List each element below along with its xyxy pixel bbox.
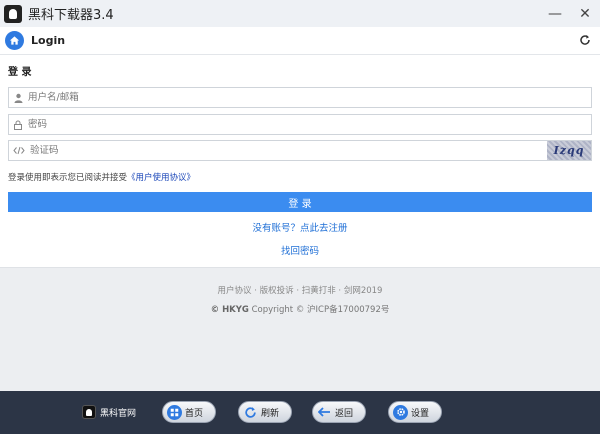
bottom-toolbar: 黑科官网 首页 刷新 返回 设置 — [0, 391, 600, 434]
refresh-icon — [243, 405, 258, 420]
refresh-icon[interactable] — [578, 33, 592, 47]
captcha-image[interactable]: Izqq — [547, 141, 591, 160]
copyright: © HKYG Copyright © 沪ICP备17000792号 — [0, 303, 600, 315]
home-button[interactable]: 首页 — [162, 401, 216, 423]
captcha-field[interactable]: Izqq — [8, 140, 592, 161]
brand-logo-icon — [82, 405, 96, 419]
settings-button-label: 设置 — [411, 408, 430, 419]
forgot-password-link[interactable]: 找回密码 — [0, 243, 600, 257]
login-panel: 登 录 Izqq 登录使用即表示您已阅读并接受《用户使用协议》 登 录 没有账号… — [0, 55, 600, 267]
refresh-button[interactable]: 刷新 — [238, 401, 292, 423]
username-input[interactable] — [26, 88, 591, 107]
code-icon — [10, 141, 28, 160]
login-button[interactable]: 登 录 — [8, 192, 592, 212]
home-icon[interactable] — [5, 31, 24, 50]
user-agreement-link[interactable]: 《用户使用协议》 — [127, 173, 195, 183]
back-button[interactable]: 返回 — [312, 401, 366, 423]
home-button-label: 首页 — [185, 408, 204, 419]
home-icon — [167, 404, 182, 420]
window-controls: — ✕ — [540, 0, 600, 27]
app-logo-icon — [4, 4, 22, 23]
agreement-notice: 登录使用即表示您已阅读并接受《用户使用协议》 — [8, 171, 195, 183]
gear-icon — [393, 404, 408, 420]
username-field[interactable] — [8, 87, 592, 108]
password-input[interactable] — [26, 115, 591, 134]
lock-icon — [10, 115, 26, 134]
brand-label: 黑科官网 — [100, 408, 137, 419]
close-button[interactable]: ✕ — [570, 0, 600, 27]
window-title: 黑科下载器3.4 — [28, 8, 114, 23]
footer-links[interactable]: 用户协议 · 版权投诉 · 扫黄打非 · 剑网2019 — [0, 284, 600, 296]
copyright-brand: © HKYG — [210, 305, 249, 315]
user-icon — [10, 88, 26, 107]
password-field[interactable] — [8, 114, 592, 135]
back-arrow-icon — [317, 405, 332, 420]
page-footer: 用户协议 · 版权投诉 · 扫黄打非 · 剑网2019 © HKYG Copyr… — [0, 267, 600, 391]
captcha-input[interactable] — [28, 141, 591, 160]
copyright-text: Copyright © 沪ICP备17000792号 — [251, 305, 390, 315]
refresh-button-label: 刷新 — [261, 408, 280, 419]
section-title: 登 录 — [8, 67, 32, 78]
page-header: Login — [0, 27, 600, 55]
page-title: Login — [31, 34, 66, 47]
register-link[interactable]: 没有账号？点此去注册 — [0, 220, 600, 234]
minimize-button[interactable]: — — [540, 0, 570, 27]
back-button-label: 返回 — [335, 408, 354, 419]
official-site-link[interactable]: 黑科官网 — [82, 405, 136, 419]
title-bar: 黑科下载器3.4 — ✕ — [0, 0, 600, 27]
settings-button[interactable]: 设置 — [388, 401, 442, 423]
agreement-text: 登录使用即表示您已阅读并接受 — [8, 173, 128, 183]
